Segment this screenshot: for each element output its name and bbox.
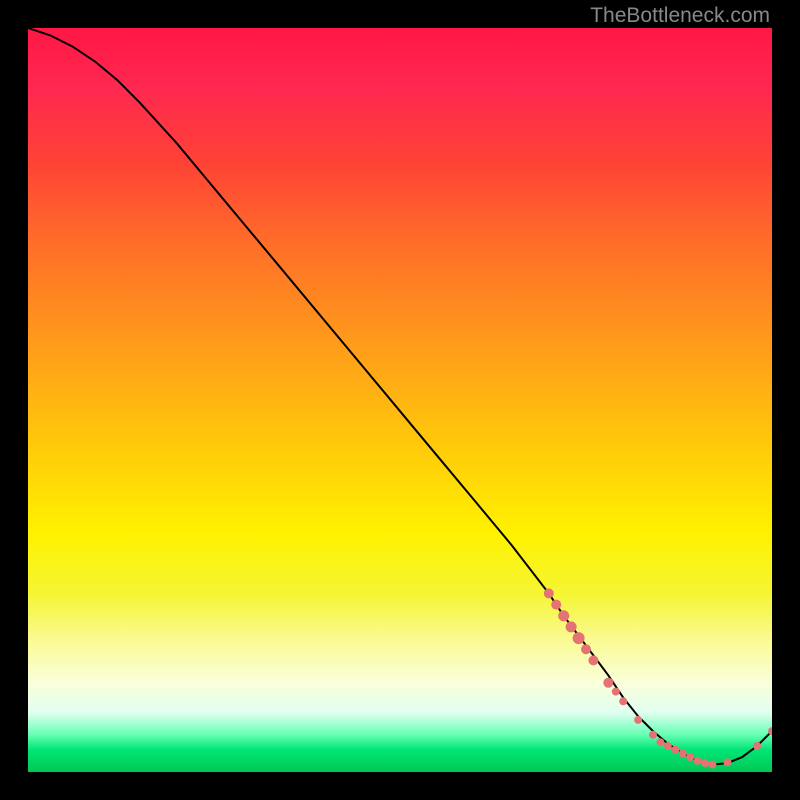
data-marker — [753, 742, 761, 750]
data-marker — [649, 731, 657, 739]
data-marker — [566, 621, 577, 632]
data-marker — [551, 600, 561, 610]
data-marker — [619, 697, 627, 705]
data-marker — [664, 742, 672, 750]
data-marker — [671, 746, 679, 754]
data-marker — [686, 753, 694, 761]
data-marker — [679, 749, 687, 757]
data-marker — [612, 688, 620, 696]
data-marker — [701, 759, 709, 767]
chart-overlay — [28, 28, 772, 772]
data-marker — [558, 610, 569, 621]
markers-group — [544, 588, 772, 768]
data-marker — [694, 757, 702, 765]
data-marker — [723, 758, 731, 766]
data-marker — [634, 716, 642, 724]
data-marker — [588, 655, 598, 665]
data-marker — [544, 588, 554, 598]
chart-container: TheBottleneck.com — [0, 0, 800, 800]
data-marker — [656, 738, 664, 746]
data-marker — [581, 644, 591, 654]
plot-area — [28, 28, 772, 772]
attribution-text: TheBottleneck.com — [590, 4, 770, 28]
data-marker — [603, 678, 613, 688]
data-marker — [573, 632, 585, 644]
data-marker — [709, 761, 717, 769]
curve-line — [28, 28, 772, 765]
